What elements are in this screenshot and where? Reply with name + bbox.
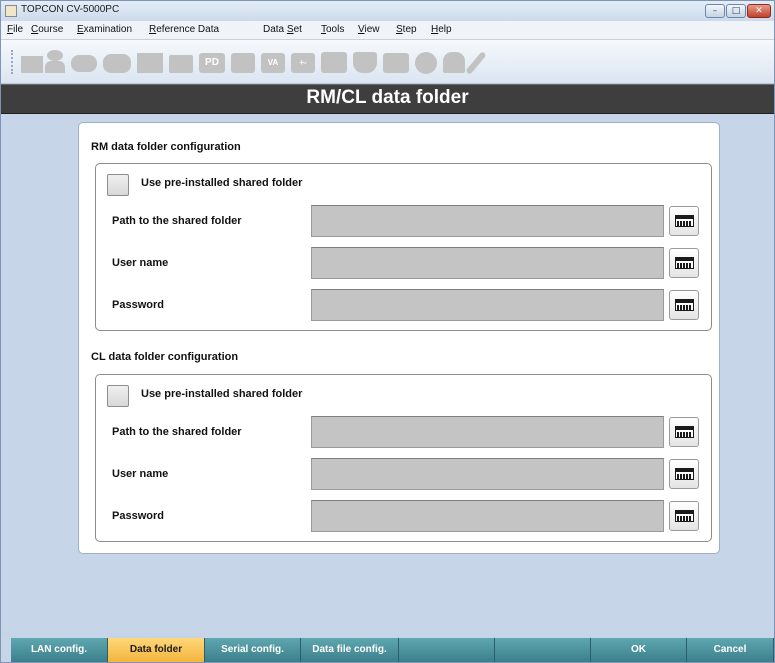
- cl-config-group: Use pre-installed shared folder Path to …: [95, 374, 712, 542]
- menu-label: elp: [438, 24, 452, 35]
- wrench-icon[interactable]: [465, 51, 487, 75]
- keyboard-icon: [675, 299, 694, 311]
- rm-username-keyboard-button[interactable]: [669, 248, 699, 278]
- cl-path-label: Path to the shared folder: [112, 426, 242, 438]
- ok-button[interactable]: OK: [591, 638, 687, 662]
- app-window: TOPCON CV-5000PC – □ ✕ File Course Exami…: [0, 0, 775, 663]
- menu-label: et: [293, 24, 302, 35]
- menu-course[interactable]: Course: [31, 24, 63, 35]
- page-header: RM/CL data folder: [1, 84, 774, 114]
- rm-shared-folder-label: Use pre-installed shared folder: [141, 177, 303, 189]
- menu-data-set[interactable]: Data Set: [263, 24, 302, 35]
- menu-label: iew: [364, 24, 380, 35]
- menu-label-prefix: Data: [263, 24, 287, 35]
- menu-help[interactable]: Help: [431, 24, 452, 35]
- window-title: TOPCON CV-5000PC: [21, 4, 120, 15]
- pd-icon[interactable]: PD: [199, 53, 225, 73]
- doctor-icon[interactable]: [443, 52, 465, 73]
- menu-accel: S: [396, 24, 403, 35]
- menu-label: ools: [326, 24, 345, 35]
- menu-label: ourse: [38, 24, 64, 35]
- cl-path-keyboard-button[interactable]: [669, 417, 699, 447]
- cl-password-keyboard-button[interactable]: [669, 501, 699, 531]
- menu-tools[interactable]: Tools: [321, 24, 344, 35]
- keyboard-icon: [675, 426, 694, 438]
- rm-path-input[interactable]: [311, 205, 664, 237]
- maximize-button[interactable]: □: [726, 4, 746, 18]
- square-icon[interactable]: [231, 53, 255, 73]
- menu-step[interactable]: Step: [396, 24, 417, 35]
- rm-shared-folder-checkbox[interactable]: [107, 174, 129, 196]
- settings-panel: RM data folder configuration Use pre-ins…: [78, 122, 720, 554]
- close-button[interactable]: ✕: [747, 4, 771, 18]
- rm-path-label: Path to the shared folder: [112, 215, 242, 227]
- minimize-button[interactable]: –: [705, 4, 725, 18]
- keyboard-icon: [675, 510, 694, 522]
- tab-data-file-config[interactable]: Data file config.: [301, 638, 399, 662]
- menu-file[interactable]: File: [7, 24, 23, 35]
- cl-path-input[interactable]: [311, 416, 664, 448]
- glasses-double-icon[interactable]: [103, 54, 131, 73]
- menu-examination[interactable]: Examination: [77, 24, 132, 35]
- menu-label: ile: [13, 24, 24, 35]
- monitor-icon[interactable]: [321, 52, 347, 73]
- shield-icon[interactable]: [353, 52, 377, 73]
- rm-password-input[interactable]: [311, 289, 664, 321]
- rm-username-label: User name: [112, 257, 169, 269]
- rm-section-title: RM data folder configuration: [91, 141, 241, 153]
- cl-username-keyboard-button[interactable]: [669, 459, 699, 489]
- cl-section-title: CL data folder configuration: [91, 351, 239, 363]
- toolbar-grip[interactable]: [11, 50, 15, 74]
- tab-data-folder[interactable]: Data folder: [108, 638, 205, 662]
- book-icon[interactable]: [383, 53, 409, 73]
- plus-minus-icon[interactable]: +-: [291, 53, 315, 73]
- folder-icon[interactable]: [169, 55, 193, 73]
- lens-meter-icon[interactable]: [137, 53, 163, 73]
- menu-reference-data[interactable]: Reference Data: [149, 24, 219, 35]
- va-icon[interactable]: VA: [261, 53, 285, 73]
- rm-password-keyboard-button[interactable]: [669, 290, 699, 320]
- page-title: RM/CL data folder: [306, 87, 469, 108]
- tab-lan-config[interactable]: LAN config.: [11, 638, 108, 662]
- menu-view[interactable]: View: [358, 24, 380, 35]
- keyboard-icon: [675, 468, 694, 480]
- person-body-icon: [45, 61, 65, 73]
- content-area: RM data folder configuration Use pre-ins…: [1, 114, 774, 632]
- menu-bar: File Course Examination Reference Data D…: [1, 21, 774, 40]
- keyboard-icon: [675, 257, 694, 269]
- cl-shared-folder-checkbox[interactable]: [107, 385, 129, 407]
- menu-label: eference Data: [156, 24, 220, 35]
- toolbar: PD VA +-: [1, 40, 774, 84]
- cancel-button[interactable]: Cancel: [687, 638, 774, 662]
- cl-shared-folder-label: Use pre-installed shared folder: [141, 388, 303, 400]
- menu-accel: S: [286, 24, 294, 35]
- chart-icon[interactable]: [21, 56, 43, 73]
- menu-label: xamination: [83, 24, 133, 35]
- cl-username-input[interactable]: [311, 458, 664, 490]
- keyboard-icon: [675, 215, 694, 227]
- bottom-tab-bar: LAN config. Data folder Serial config. D…: [1, 638, 774, 662]
- rm-path-keyboard-button[interactable]: [669, 206, 699, 236]
- cl-username-label: User name: [112, 468, 169, 480]
- rm-username-input[interactable]: [311, 247, 664, 279]
- app-icon: [5, 5, 17, 17]
- tab-empty-2: [495, 638, 591, 662]
- circle-icon[interactable]: [415, 52, 437, 74]
- cl-password-label: Password: [112, 510, 164, 522]
- menu-label: tep: [402, 24, 417, 35]
- person-icon[interactable]: [47, 50, 63, 61]
- cl-password-input[interactable]: [311, 500, 664, 532]
- rm-password-label: Password: [112, 299, 164, 311]
- rm-config-group: Use pre-installed shared folder Path to …: [95, 163, 712, 331]
- tab-empty-1: [399, 638, 495, 662]
- tab-serial-config[interactable]: Serial config.: [205, 638, 301, 662]
- glasses-icon[interactable]: [71, 55, 97, 72]
- title-bar[interactable]: TOPCON CV-5000PC – □ ✕: [1, 1, 774, 21]
- menu-accel: E: [77, 24, 84, 35]
